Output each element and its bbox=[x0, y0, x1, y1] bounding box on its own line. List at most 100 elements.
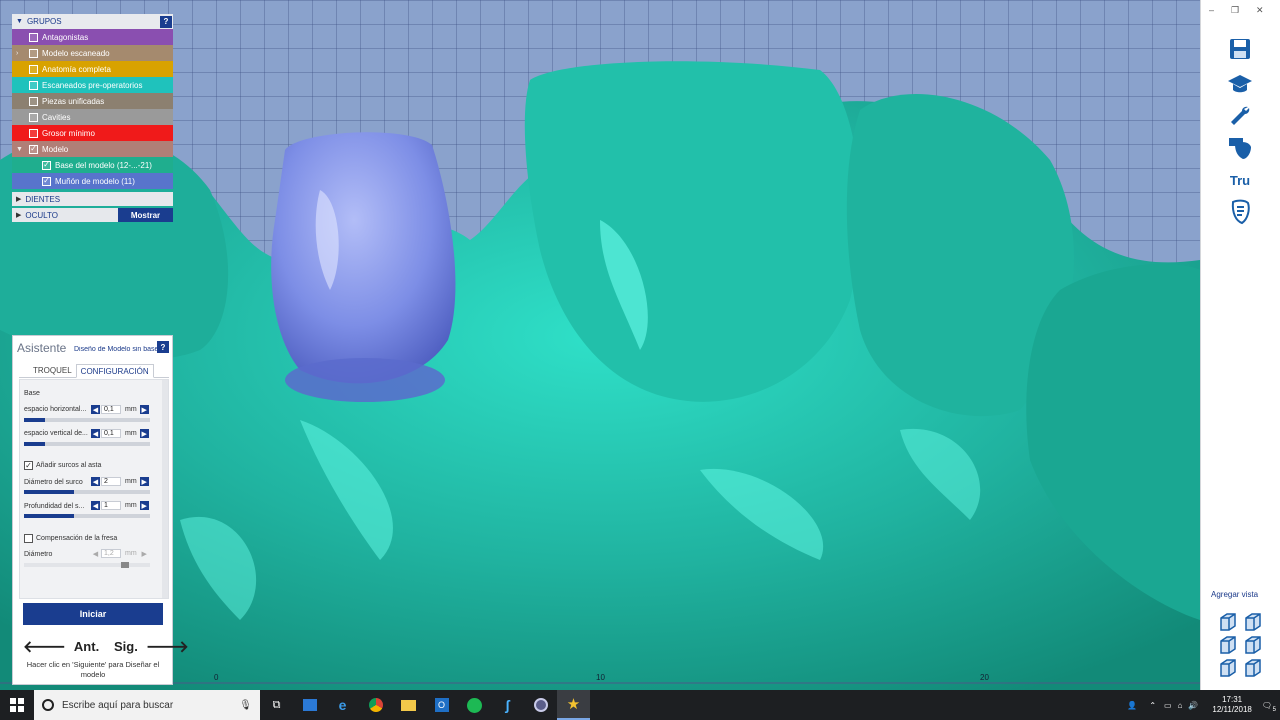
param-value-input[interactable]: 0,1 bbox=[101, 429, 121, 438]
param-value-input[interactable]: 1 bbox=[101, 501, 121, 510]
view-cube-icon[interactable] bbox=[1243, 658, 1263, 678]
group-row[interactable]: Piezas unificadas bbox=[12, 93, 173, 109]
group-row[interactable]: Grosor mínimo bbox=[12, 125, 173, 141]
increment-button[interactable]: ▶ bbox=[139, 501, 149, 510]
chrome-browser-icon[interactable] bbox=[359, 690, 392, 720]
diameter-value-input: 1,2 bbox=[101, 549, 121, 558]
edge-browser-icon[interactable]: e bbox=[326, 690, 359, 720]
checkbox-label: Añadir surcos al asta bbox=[36, 462, 102, 469]
param-value-input[interactable]: 2 bbox=[101, 477, 121, 486]
section-dientes[interactable]: ▶ DIENTES bbox=[12, 192, 173, 206]
volume-icon[interactable]: 🔊 bbox=[1188, 701, 1198, 710]
decrement-button[interactable]: ◀ bbox=[91, 501, 100, 510]
visibility-checkbox[interactable]: ✓ bbox=[42, 176, 51, 186]
param-value-input[interactable]: 0,1 bbox=[101, 405, 121, 414]
visibility-checkbox[interactable] bbox=[29, 80, 38, 90]
increment-button[interactable]: ▶ bbox=[139, 405, 149, 414]
increment-button[interactable]: ▶ bbox=[139, 477, 149, 486]
chevron-down-icon[interactable]: ▼ bbox=[16, 18, 23, 25]
param-slider[interactable] bbox=[24, 490, 150, 494]
taskbar-search[interactable]: Escribe aquí para buscar 🎙 bbox=[34, 690, 260, 720]
view-cube-icon[interactable] bbox=[1218, 658, 1238, 678]
task-view-icon[interactable]: ⧉ bbox=[260, 690, 293, 720]
chevron-right-icon[interactable]: ▶ bbox=[16, 195, 21, 203]
visibility-checkbox[interactable] bbox=[29, 32, 38, 42]
outlook-icon[interactable]: O bbox=[425, 690, 458, 720]
view-cube-icon[interactable] bbox=[1218, 635, 1238, 655]
dental-model-render bbox=[0, 61, 1200, 690]
notification-icon[interactable]: 🗨 5 bbox=[1262, 701, 1276, 713]
save-button[interactable] bbox=[1223, 35, 1257, 63]
start-button[interactable]: Iniciar bbox=[23, 603, 163, 625]
group-row[interactable]: › Modelo escaneado bbox=[12, 45, 173, 61]
visibility-checkbox[interactable] bbox=[29, 128, 38, 138]
training-button[interactable] bbox=[1223, 70, 1257, 98]
windows-taskbar: Escribe aquí para buscar 🎙 ⧉ e O ʃ ★ 👤 ⌃… bbox=[0, 690, 1280, 720]
scan-button[interactable] bbox=[1223, 198, 1257, 226]
visibility-checkbox[interactable]: ✓ bbox=[42, 160, 51, 170]
param-slider[interactable] bbox=[24, 514, 150, 518]
checkbox-label: Compensación de la fresa bbox=[36, 535, 118, 542]
scrollbar[interactable] bbox=[162, 380, 168, 598]
tooth-design-button[interactable] bbox=[1223, 134, 1257, 162]
show-button[interactable]: Mostrar bbox=[118, 208, 173, 222]
close-icon[interactable]: ✕ bbox=[1256, 5, 1264, 16]
group-row[interactable]: Cavities bbox=[12, 109, 173, 125]
obs-icon[interactable] bbox=[524, 690, 557, 720]
increment-button[interactable]: ▶ bbox=[139, 429, 149, 438]
tools-button[interactable] bbox=[1223, 102, 1257, 130]
groups-title: GRUPOS bbox=[26, 17, 62, 26]
visibility-checkbox[interactable] bbox=[29, 48, 38, 58]
group-row[interactable]: Escaneados pre-operatorios bbox=[12, 77, 173, 93]
next-button[interactable]: Sig. 🡒 bbox=[114, 636, 189, 657]
microphone-icon[interactable]: 🎙 bbox=[239, 700, 252, 711]
outlook-calendar-icon[interactable] bbox=[293, 690, 326, 720]
param-slider[interactable] bbox=[24, 442, 150, 446]
decrement-button[interactable]: ◀ bbox=[91, 405, 100, 414]
tab-configuracion[interactable]: CONFIGURACIÓN bbox=[75, 364, 154, 378]
group-row[interactable]: Anatomía completa bbox=[12, 61, 173, 77]
group-row[interactable]: ✓ Base del modelo (12-...-21) bbox=[12, 157, 173, 173]
network-icon[interactable]: ⌂ bbox=[1178, 701, 1183, 710]
visibility-checkbox[interactable] bbox=[29, 64, 38, 74]
group-row[interactable]: ▼ ✓ Modelo bbox=[12, 141, 173, 157]
chevron-right-icon[interactable]: › bbox=[16, 50, 18, 57]
decrement-button[interactable]: ◀ bbox=[91, 429, 100, 438]
exocad-icon[interactable]: ★ bbox=[557, 690, 590, 720]
chevron-up-icon[interactable]: ⌃ bbox=[1149, 701, 1156, 710]
chevron-down-icon[interactable]: ▼ bbox=[16, 146, 23, 153]
help-button[interactable]: ? bbox=[157, 341, 169, 353]
people-icon[interactable]: 👤 bbox=[1127, 701, 1137, 710]
decrement-button: ◀ bbox=[92, 550, 99, 558]
tru-button[interactable]: Tru bbox=[1223, 166, 1257, 194]
app-icon[interactable]: ʃ bbox=[491, 690, 524, 720]
group-row[interactable]: Antagonistas bbox=[12, 29, 173, 45]
minimize-icon[interactable]: – bbox=[1209, 5, 1214, 15]
help-button[interactable]: ? bbox=[160, 15, 172, 28]
visibility-checkbox[interactable]: ✓ bbox=[29, 144, 38, 154]
visibility-checkbox[interactable] bbox=[29, 96, 38, 106]
slider-knob bbox=[120, 562, 129, 568]
tab-troquel[interactable]: TROQUEL bbox=[29, 364, 76, 377]
groups-header[interactable]: ▼ GRUPOS ? bbox=[12, 14, 173, 29]
chevron-right-icon[interactable]: ▶ bbox=[16, 211, 21, 219]
view-cube-icon[interactable] bbox=[1243, 612, 1263, 632]
add-grooves-checkbox[interactable]: ✓ Añadir surcos al asta bbox=[24, 461, 101, 470]
previous-button[interactable]: 🡐 Ant. bbox=[23, 636, 99, 657]
unit-label: mm bbox=[125, 406, 137, 413]
visibility-checkbox[interactable] bbox=[29, 112, 38, 122]
3d-viewport[interactable]: 0 10 20 bbox=[0, 0, 1200, 690]
bur-compensation-checkbox[interactable]: Compensación de la fresa bbox=[24, 534, 117, 543]
spotify-icon[interactable] bbox=[458, 690, 491, 720]
view-cube-icon[interactable] bbox=[1243, 635, 1263, 655]
group-row[interactable]: ✓ Muñón de modelo (11) bbox=[12, 173, 173, 189]
decrement-button[interactable]: ◀ bbox=[91, 477, 100, 486]
view-cube-icon[interactable] bbox=[1218, 612, 1238, 632]
clock[interactable]: 17:31 12/11/2018 bbox=[1212, 695, 1251, 715]
section-oculto[interactable]: ▶ OCULTO Mostrar bbox=[12, 208, 173, 222]
start-button[interactable] bbox=[0, 690, 34, 720]
file-explorer-icon[interactable] bbox=[392, 690, 425, 720]
restore-icon[interactable]: ❐ bbox=[1231, 5, 1239, 16]
param-slider[interactable] bbox=[24, 418, 150, 422]
battery-icon[interactable]: ▭ bbox=[1164, 701, 1172, 710]
